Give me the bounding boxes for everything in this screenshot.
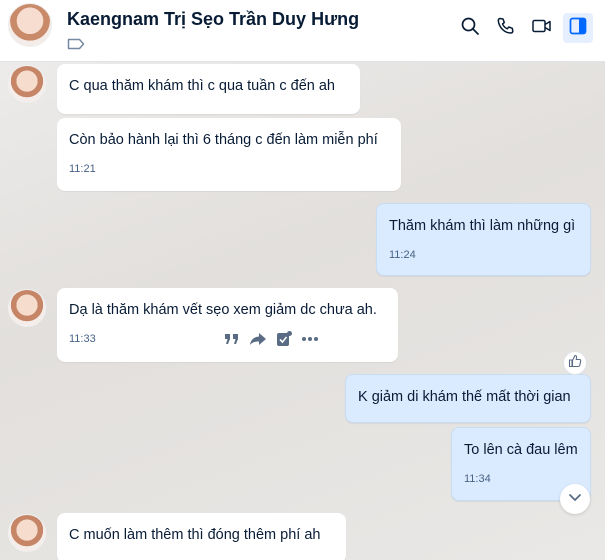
contact-name[interactable]: Kaengnam Trị Sẹo Trần Duy Hưng [67, 9, 359, 30]
task-icon[interactable] [275, 330, 293, 348]
more-icon[interactable] [301, 330, 319, 348]
video-icon [531, 16, 553, 41]
message-text: Dạ là thăm khám vết sẹo xem giảm dc chưa… [69, 302, 377, 318]
message-action-toolbar [213, 327, 329, 351]
chevron-down-icon [568, 490, 582, 508]
search-icon [460, 16, 480, 41]
phone-icon [496, 16, 516, 41]
message-text: Thăm khám thì làm những gì [389, 218, 576, 234]
message-bubble[interactable]: C muốn làm thêm thì đóng thêm phí ah [57, 513, 346, 560]
message-bubble[interactable]: Còn bảo hành lại thì 6 tháng c đến làm m… [57, 118, 401, 191]
video-call-button[interactable] [527, 13, 557, 43]
message-bubble[interactable]: C qua thăm khám thì c qua tuần c đến ah [57, 64, 360, 114]
conversation-info-button[interactable] [563, 13, 593, 43]
message-bubble[interactable]: Thăm khám thì làm những gì 11:24 [376, 203, 591, 276]
sender-avatar[interactable] [8, 65, 46, 103]
message-text: Còn bảo hành lại thì 6 tháng c đến làm m… [69, 132, 378, 148]
tag-icon[interactable] [67, 37, 85, 50]
react-button[interactable] [563, 351, 587, 375]
sender-avatar[interactable] [8, 514, 46, 552]
message-time: 11:34 [464, 473, 491, 485]
voice-call-button[interactable] [491, 13, 521, 43]
chat-header: Kaengnam Trị Sẹo Trần Duy Hưng [0, 0, 605, 62]
forward-icon[interactable] [249, 330, 267, 348]
sidebar-toggle-icon [568, 16, 588, 41]
contact-avatar[interactable] [8, 3, 52, 47]
message-bubble[interactable]: K giảm di khám thế mất thời gian [345, 374, 591, 423]
message-time: 11:24 [389, 249, 416, 261]
message-text: K giảm di khám thế mất thời gian [358, 389, 571, 405]
message-text: C muốn làm thêm thì đóng thêm phí ah [69, 527, 321, 543]
quote-icon[interactable] [223, 330, 241, 348]
message-time: 11:21 [69, 163, 96, 175]
scroll-to-bottom-button[interactable] [560, 484, 590, 514]
message-text: C qua thăm khám thì c qua tuần c đến ah [69, 78, 335, 94]
thumbs-up-icon [568, 354, 582, 373]
search-button[interactable] [455, 13, 485, 43]
message-text: To lên cà đau lêm [464, 442, 578, 458]
sender-avatar[interactable] [8, 289, 46, 327]
